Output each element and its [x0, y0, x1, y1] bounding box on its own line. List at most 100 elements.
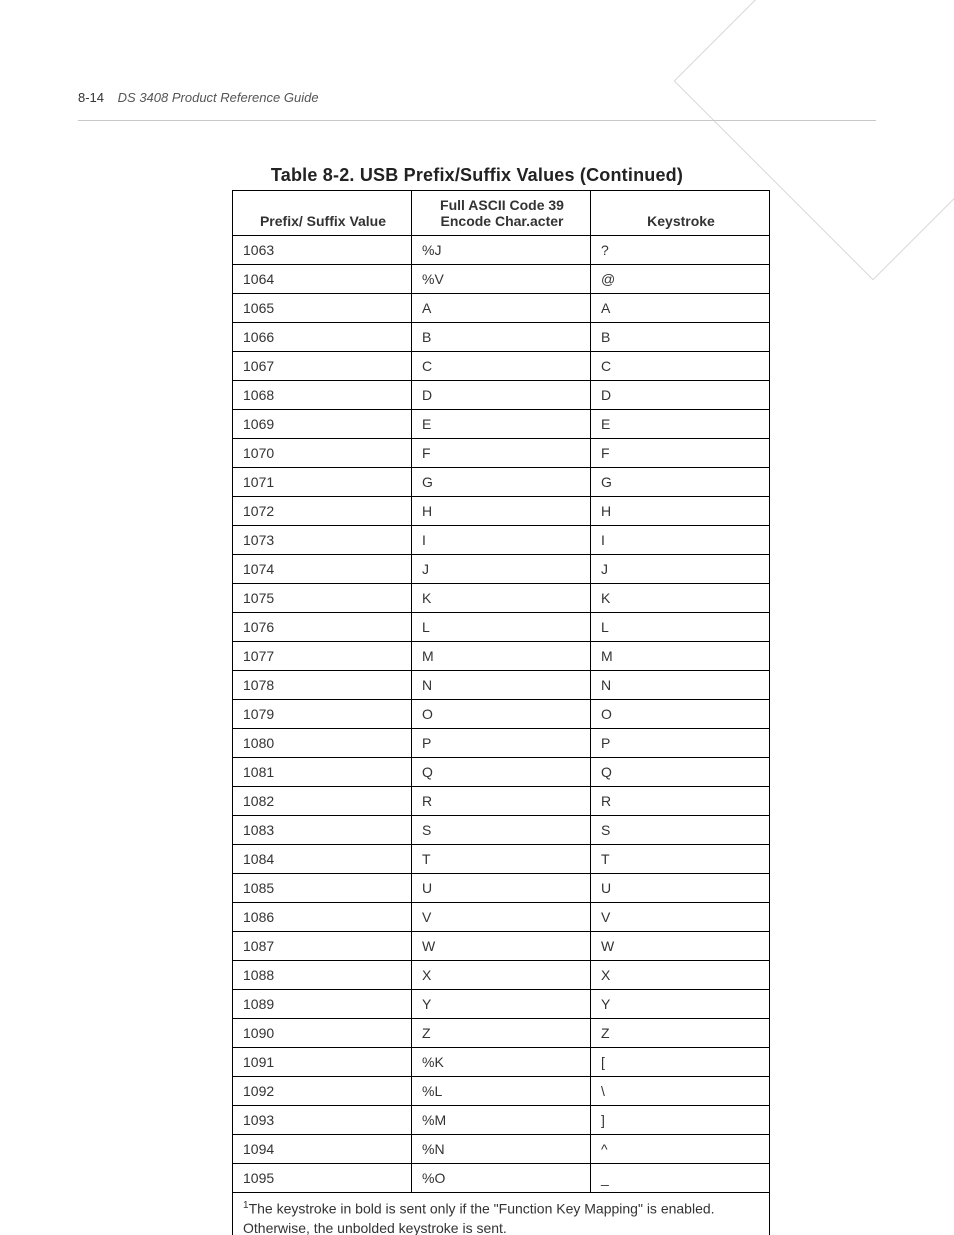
table-row: 1068DD: [233, 381, 770, 410]
cell-keystroke: V: [591, 903, 770, 932]
cell-prefix-value: 1080: [233, 729, 412, 758]
cell-keystroke: B: [591, 323, 770, 352]
col-header-value: Prefix/ Suffix Value: [233, 191, 412, 236]
cell-keystroke: W: [591, 932, 770, 961]
cell-prefix-value: 1091: [233, 1048, 412, 1077]
cell-keystroke: [: [591, 1048, 770, 1077]
cell-encode-char: B: [412, 323, 591, 352]
cell-encode-char: J: [412, 555, 591, 584]
table-header-row: Prefix/ Suffix Value Full ASCII Code 39 …: [233, 191, 770, 236]
cell-prefix-value: 1095: [233, 1164, 412, 1193]
cell-encode-char: %L: [412, 1077, 591, 1106]
doc-title: DS 3408 Product Reference Guide: [118, 90, 319, 105]
cell-keystroke: G: [591, 468, 770, 497]
cell-prefix-value: 1068: [233, 381, 412, 410]
cell-encode-char: V: [412, 903, 591, 932]
cell-encode-char: G: [412, 468, 591, 497]
table-row: 1073II: [233, 526, 770, 555]
cell-encode-char: C: [412, 352, 591, 381]
cell-prefix-value: 1065: [233, 294, 412, 323]
cell-encode-char: E: [412, 410, 591, 439]
cell-keystroke: J: [591, 555, 770, 584]
cell-prefix-value: 1094: [233, 1135, 412, 1164]
header-rule: [78, 120, 876, 121]
cell-keystroke: M: [591, 642, 770, 671]
cell-keystroke: O: [591, 700, 770, 729]
cell-encode-char: %O: [412, 1164, 591, 1193]
cell-prefix-value: 1078: [233, 671, 412, 700]
cell-keystroke: R: [591, 787, 770, 816]
cell-encode-char: %M: [412, 1106, 591, 1135]
cell-keystroke: ?: [591, 236, 770, 265]
cell-keystroke: S: [591, 816, 770, 845]
table-row: 1080PP: [233, 729, 770, 758]
cell-encode-char: %V: [412, 265, 591, 294]
table-row: 1087WW: [233, 932, 770, 961]
cell-keystroke: Z: [591, 1019, 770, 1048]
cell-prefix-value: 1092: [233, 1077, 412, 1106]
cell-prefix-value: 1090: [233, 1019, 412, 1048]
table-row: 1086VV: [233, 903, 770, 932]
table-row: 1064%V@: [233, 265, 770, 294]
cell-encode-char: W: [412, 932, 591, 961]
cell-keystroke: Q: [591, 758, 770, 787]
cell-prefix-value: 1087: [233, 932, 412, 961]
cell-keystroke: Y: [591, 990, 770, 1019]
cell-prefix-value: 1086: [233, 903, 412, 932]
prefix-suffix-table: Prefix/ Suffix Value Full ASCII Code 39 …: [232, 190, 770, 1235]
table-row: 1094%N^: [233, 1135, 770, 1164]
col-header-encode: Full ASCII Code 39 Encode Char.acter: [412, 191, 591, 236]
table-row: 1092%L\: [233, 1077, 770, 1106]
page-number: 8-14: [78, 90, 104, 105]
cell-prefix-value: 1089: [233, 990, 412, 1019]
cell-encode-char: X: [412, 961, 591, 990]
cell-encode-char: U: [412, 874, 591, 903]
table-row: 1079OO: [233, 700, 770, 729]
cell-keystroke: ]: [591, 1106, 770, 1135]
cell-prefix-value: 1067: [233, 352, 412, 381]
table-row: 1076LL: [233, 613, 770, 642]
cell-prefix-value: 1076: [233, 613, 412, 642]
cell-encode-char: I: [412, 526, 591, 555]
cell-encode-char: F: [412, 439, 591, 468]
cell-prefix-value: 1070: [233, 439, 412, 468]
table-row: 1095%O_: [233, 1164, 770, 1193]
cell-encode-char: M: [412, 642, 591, 671]
table-caption: Table 8-2. USB Prefix/Suffix Values (Con…: [0, 165, 954, 186]
table-row: 1090ZZ: [233, 1019, 770, 1048]
table-row: 1063%J?: [233, 236, 770, 265]
table-row: 1082RR: [233, 787, 770, 816]
cell-keystroke: E: [591, 410, 770, 439]
cell-encode-char: R: [412, 787, 591, 816]
cell-prefix-value: 1074: [233, 555, 412, 584]
cell-keystroke: N: [591, 671, 770, 700]
table-row: 1078NN: [233, 671, 770, 700]
cell-keystroke: T: [591, 845, 770, 874]
cell-encode-char: P: [412, 729, 591, 758]
cell-prefix-value: 1093: [233, 1106, 412, 1135]
table-row: 1083SS: [233, 816, 770, 845]
cell-encode-char: O: [412, 700, 591, 729]
table-row: 1081QQ: [233, 758, 770, 787]
cell-prefix-value: 1083: [233, 816, 412, 845]
table-row: 1069EE: [233, 410, 770, 439]
table-row: 1066BB: [233, 323, 770, 352]
cell-prefix-value: 1073: [233, 526, 412, 555]
col-header-keystroke: Keystroke: [591, 191, 770, 236]
cell-prefix-value: 1082: [233, 787, 412, 816]
cell-encode-char: %J: [412, 236, 591, 265]
table-row: 1067CC: [233, 352, 770, 381]
cell-prefix-value: 1084: [233, 845, 412, 874]
table-row: 1075KK: [233, 584, 770, 613]
cell-encode-char: Q: [412, 758, 591, 787]
cell-keystroke: X: [591, 961, 770, 990]
cell-encode-char: T: [412, 845, 591, 874]
cell-prefix-value: 1066: [233, 323, 412, 352]
table-row: 1088XX: [233, 961, 770, 990]
cell-keystroke: U: [591, 874, 770, 903]
cell-prefix-value: 1064: [233, 265, 412, 294]
cell-encode-char: K: [412, 584, 591, 613]
table-row: 1085UU: [233, 874, 770, 903]
cell-encode-char: H: [412, 497, 591, 526]
cell-encode-char: Y: [412, 990, 591, 1019]
